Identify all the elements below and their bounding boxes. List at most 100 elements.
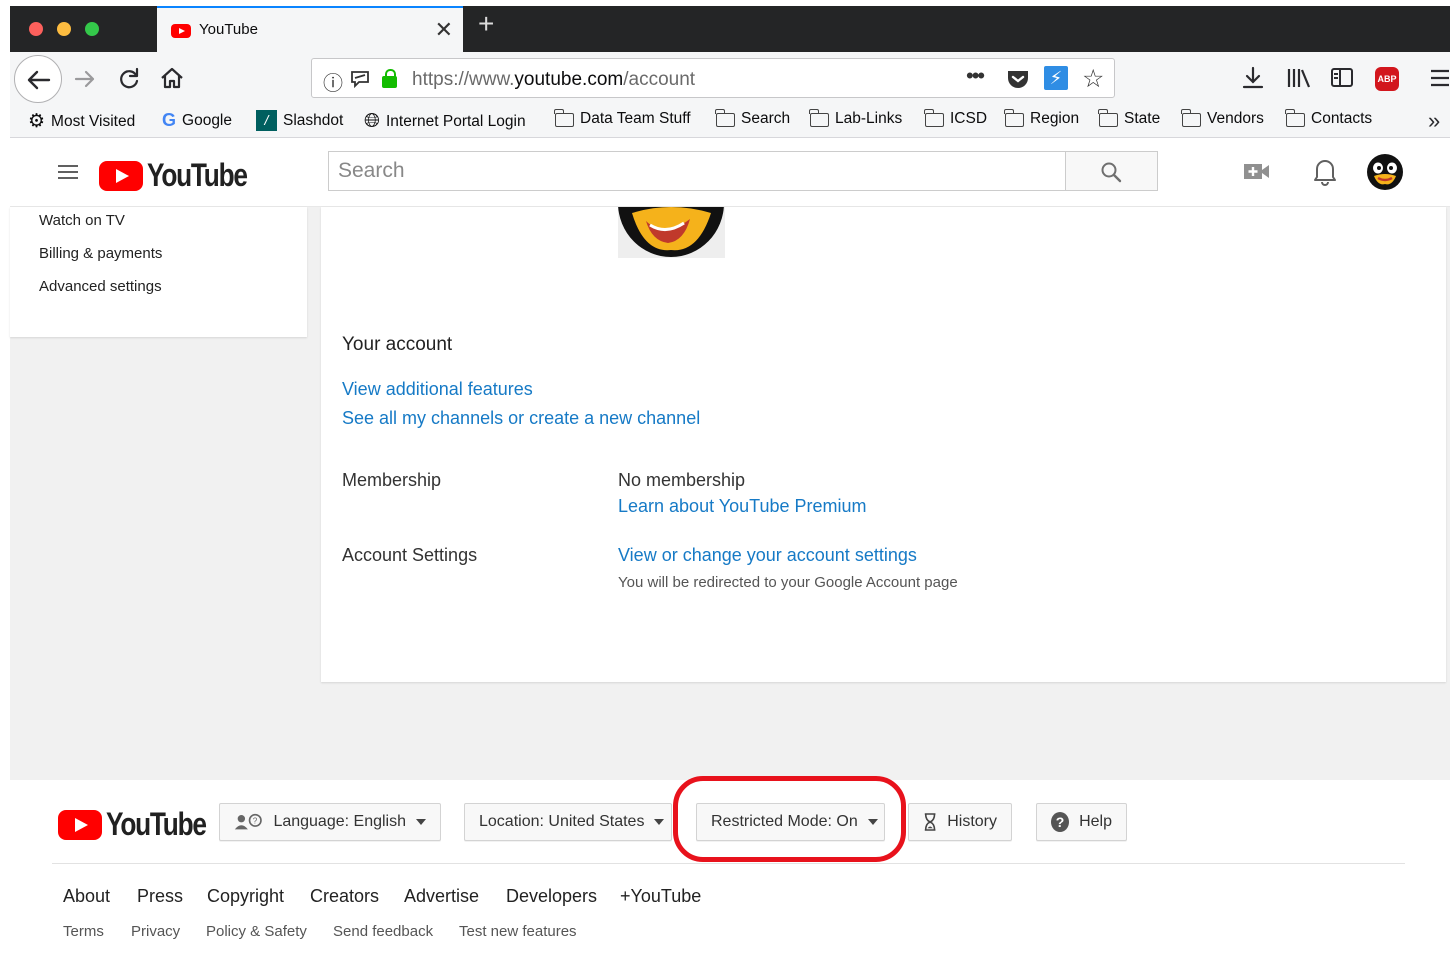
- bookmark-slashdot[interactable]: / Slashdot: [256, 110, 343, 131]
- star-icon[interactable]: ☆: [1082, 64, 1104, 94]
- help-button[interactable]: ? Help: [1036, 803, 1127, 841]
- bookmark-search[interactable]: Search: [715, 109, 790, 128]
- tab-close-icon[interactable]: ✕: [435, 17, 453, 43]
- slashdot-icon: /: [256, 110, 277, 131]
- guide-menu-icon[interactable]: [58, 165, 78, 183]
- reload-icon[interactable]: [116, 66, 142, 92]
- tab-title: YouTube: [199, 21, 258, 38]
- menu-icon[interactable]: [1429, 68, 1450, 88]
- url-bar[interactable]: ⓘ https://www.youtube.com/account ••• ⚡ …: [311, 58, 1115, 98]
- view-additional-features-link[interactable]: View additional features: [342, 379, 533, 400]
- bookmark-internet-portal-login[interactable]: 🌐︎ Internet Portal Login: [364, 110, 526, 133]
- adblock-plus-icon[interactable]: ABP: [1375, 67, 1399, 91]
- gear-icon: ⚙: [28, 111, 46, 132]
- folder-icon: [924, 109, 944, 127]
- download-icon[interactable]: [1241, 65, 1265, 91]
- sidebar-toggle-icon[interactable]: [1330, 67, 1354, 89]
- language-label: Language: English: [273, 813, 406, 830]
- folder-icon: [809, 109, 829, 127]
- folder-icon: [554, 109, 574, 127]
- learn-youtube-premium-link[interactable]: Learn about YouTube Premium: [618, 496, 867, 517]
- browser-tab-youtube[interactable]: YouTube ✕: [157, 6, 463, 52]
- bookmark-vendors[interactable]: Vendors: [1181, 109, 1264, 128]
- language-picker-button[interactable]: ? Language: English: [219, 803, 441, 841]
- upload-video-icon[interactable]: [1242, 161, 1272, 183]
- view-account-settings-link[interactable]: View or change your account settings: [618, 545, 917, 566]
- dropdown-caret-icon: [654, 819, 665, 825]
- sidebar-item-watch-on-tv[interactable]: Watch on TV: [39, 212, 125, 229]
- channel-avatar: [618, 207, 725, 258]
- footer-youtube-logo[interactable]: YouTube: [58, 806, 228, 843]
- bookmark-most-visited[interactable]: ⚙ Most Visited: [28, 110, 135, 133]
- footer-link-developers[interactable]: Developers: [506, 886, 597, 907]
- location-picker-button[interactable]: Location: United States: [464, 803, 672, 841]
- youtube-play-icon: [58, 809, 102, 840]
- close-window-button[interactable]: [29, 22, 43, 36]
- bookmarks-toolbar: ⚙ Most Visited G Google / Slashdot 🌐︎ Intern…: [10, 106, 1450, 138]
- youtube-logo[interactable]: YouTube: [99, 157, 269, 194]
- sidebar-item-billing-payments[interactable]: Billing & payments: [39, 245, 162, 262]
- footer-link-press[interactable]: Press: [137, 886, 183, 907]
- see-all-channels-link[interactable]: See all my channels or create a new chan…: [342, 408, 700, 429]
- account-avatar[interactable]: [1365, 152, 1405, 192]
- penguin-avatar-icon: [1367, 154, 1403, 190]
- url-text[interactable]: https://www.youtube.com/account: [412, 69, 695, 91]
- new-tab-icon[interactable]: +: [478, 8, 494, 40]
- lock-icon: [382, 69, 397, 88]
- library-icon[interactable]: [1286, 66, 1312, 90]
- pocket-icon[interactable]: [1006, 68, 1030, 90]
- bookmark-contacts[interactable]: Contacts: [1285, 109, 1372, 128]
- youtube-play-icon: [99, 160, 143, 191]
- sidebar-item-advanced-settings[interactable]: Advanced settings: [39, 278, 162, 295]
- account-card: [321, 207, 1446, 682]
- footer-link-policy-safety[interactable]: Policy & Safety: [206, 923, 307, 940]
- folder-icon: [1098, 109, 1118, 127]
- footer-divider: [52, 863, 1405, 864]
- footer-link-advertise[interactable]: Advertise: [404, 886, 479, 907]
- maximize-window-button[interactable]: [85, 22, 99, 36]
- redirect-note: You will be redirected to your Google Ac…: [618, 574, 958, 591]
- info-icon[interactable]: ⓘ: [323, 67, 343, 96]
- footer-link-terms[interactable]: Terms: [63, 923, 104, 940]
- globe-icon: 🌐︎: [364, 110, 380, 132]
- more-actions-icon[interactable]: •••: [966, 63, 985, 89]
- footer-link-about[interactable]: About: [63, 886, 110, 907]
- language-people-icon: ?: [234, 813, 262, 830]
- lightning-extension-icon[interactable]: ⚡: [1044, 66, 1068, 90]
- bookmark-google[interactable]: G Google: [162, 110, 232, 131]
- folder-icon: [715, 109, 735, 127]
- location-label: Location: United States: [479, 813, 645, 830]
- bookmark-icsd[interactable]: ICSD: [924, 109, 987, 128]
- footer-link-send-feedback[interactable]: Send feedback: [333, 923, 433, 940]
- search-button[interactable]: [1066, 151, 1158, 191]
- footer-link-creators[interactable]: Creators: [310, 886, 379, 907]
- search-input[interactable]: [329, 152, 1065, 190]
- footer-link-privacy[interactable]: Privacy: [131, 923, 180, 940]
- folder-icon: [1285, 109, 1305, 127]
- home-icon[interactable]: [159, 65, 185, 91]
- minimize-window-button[interactable]: [57, 22, 71, 36]
- your-account-heading: Your account: [342, 334, 453, 355]
- tracking-protection-icon[interactable]: [350, 69, 372, 89]
- footer-link-plus-youtube[interactable]: +YouTube: [620, 886, 701, 907]
- footer-link-test-new-features[interactable]: Test new features: [459, 923, 577, 940]
- highlight-annotation-circle: [673, 776, 906, 862]
- back-button[interactable]: [14, 55, 62, 103]
- dropdown-caret-icon: [416, 819, 426, 825]
- bookmark-region[interactable]: Region: [1004, 109, 1079, 128]
- notifications-bell-icon[interactable]: [1312, 156, 1338, 186]
- history-button[interactable]: History: [908, 803, 1012, 841]
- membership-label: Membership: [342, 470, 442, 490]
- account-sidebar: Watch on TV Billing & payments Advanced …: [10, 207, 307, 337]
- search-icon: [1101, 162, 1122, 183]
- bookmark-lab-links[interactable]: Lab-Links: [809, 109, 902, 128]
- bookmark-data-team-stuff[interactable]: Data Team Stuff: [554, 109, 691, 128]
- hourglass-icon: [924, 813, 936, 831]
- bookmark-state[interactable]: State: [1098, 109, 1160, 128]
- youtube-logo-text: YouTube: [147, 157, 248, 193]
- chevron-right-icon[interactable]: »: [1428, 108, 1440, 134]
- footer-link-copyright[interactable]: Copyright: [207, 886, 284, 907]
- forward-icon[interactable]: [72, 66, 98, 92]
- search-box[interactable]: [328, 151, 1066, 191]
- account-settings-label: Account Settings: [342, 545, 478, 565]
